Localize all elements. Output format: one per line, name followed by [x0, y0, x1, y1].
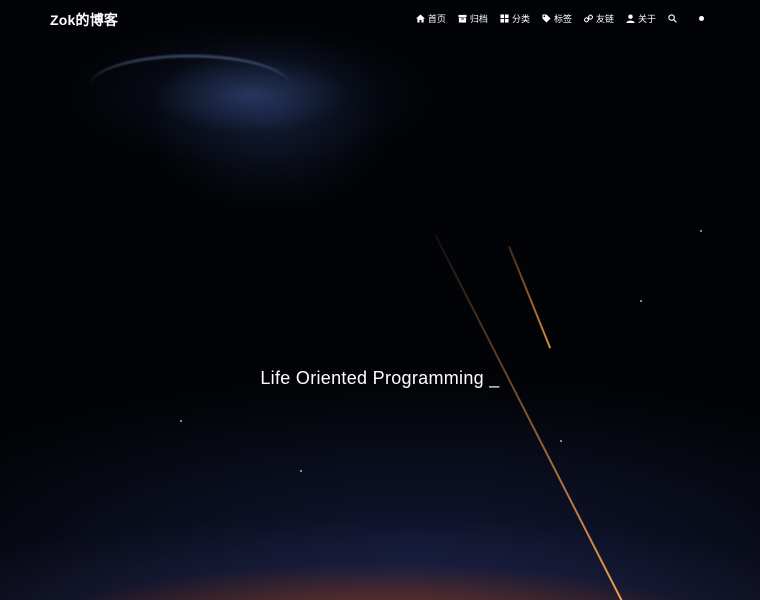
nav-label: 友链 [595, 14, 614, 24]
nav-item-links[interactable]: 友链 [583, 12, 614, 25]
star [180, 420, 182, 422]
home-icon [415, 14, 425, 23]
nav-label: 分类 [511, 14, 530, 24]
search-icon [668, 14, 677, 23]
brand-link[interactable]: Zok的博客 [50, 10, 118, 30]
theme-toggle-dot-icon[interactable] [699, 16, 704, 21]
nav-item-archive[interactable]: 归档 [458, 12, 488, 25]
star [560, 440, 562, 442]
nav-item-category[interactable]: 分类 [500, 12, 530, 25]
nav-label: 首页 [427, 14, 446, 24]
hero-title: Life Oriented Programming _ [0, 368, 760, 389]
nav-item-home[interactable]: 首页 [415, 12, 446, 25]
nav-label: 归档 [469, 14, 488, 24]
nav-item-about[interactable]: 关于 [626, 12, 656, 25]
hero-banner: Zok的博客 首页 归档 分类 标签 友链 关于 Life Oriented P… [0, 0, 760, 600]
hero-title-text: Life Oriented Programming [260, 368, 484, 388]
typing-cursor: _ [489, 368, 500, 388]
nav-item-tags[interactable]: 标签 [542, 12, 572, 25]
navbar: Zok的博客 首页 归档 分类 标签 友链 关于 [0, 0, 760, 38]
category-icon [500, 14, 509, 23]
nav-menu: 首页 归档 分类 标签 友链 关于 [415, 12, 704, 25]
tag-icon [542, 14, 551, 23]
nebula-glow [90, 55, 290, 117]
star [300, 470, 302, 472]
user-icon [626, 14, 635, 23]
star [640, 300, 642, 302]
star [700, 230, 702, 232]
rocket-trail-secondary [508, 246, 552, 349]
rocket-trail [434, 234, 627, 600]
archive-icon [458, 14, 467, 23]
search-button[interactable] [668, 14, 677, 23]
nav-label: 标签 [553, 14, 572, 24]
link-icon [583, 14, 593, 23]
nav-label: 关于 [637, 14, 656, 24]
